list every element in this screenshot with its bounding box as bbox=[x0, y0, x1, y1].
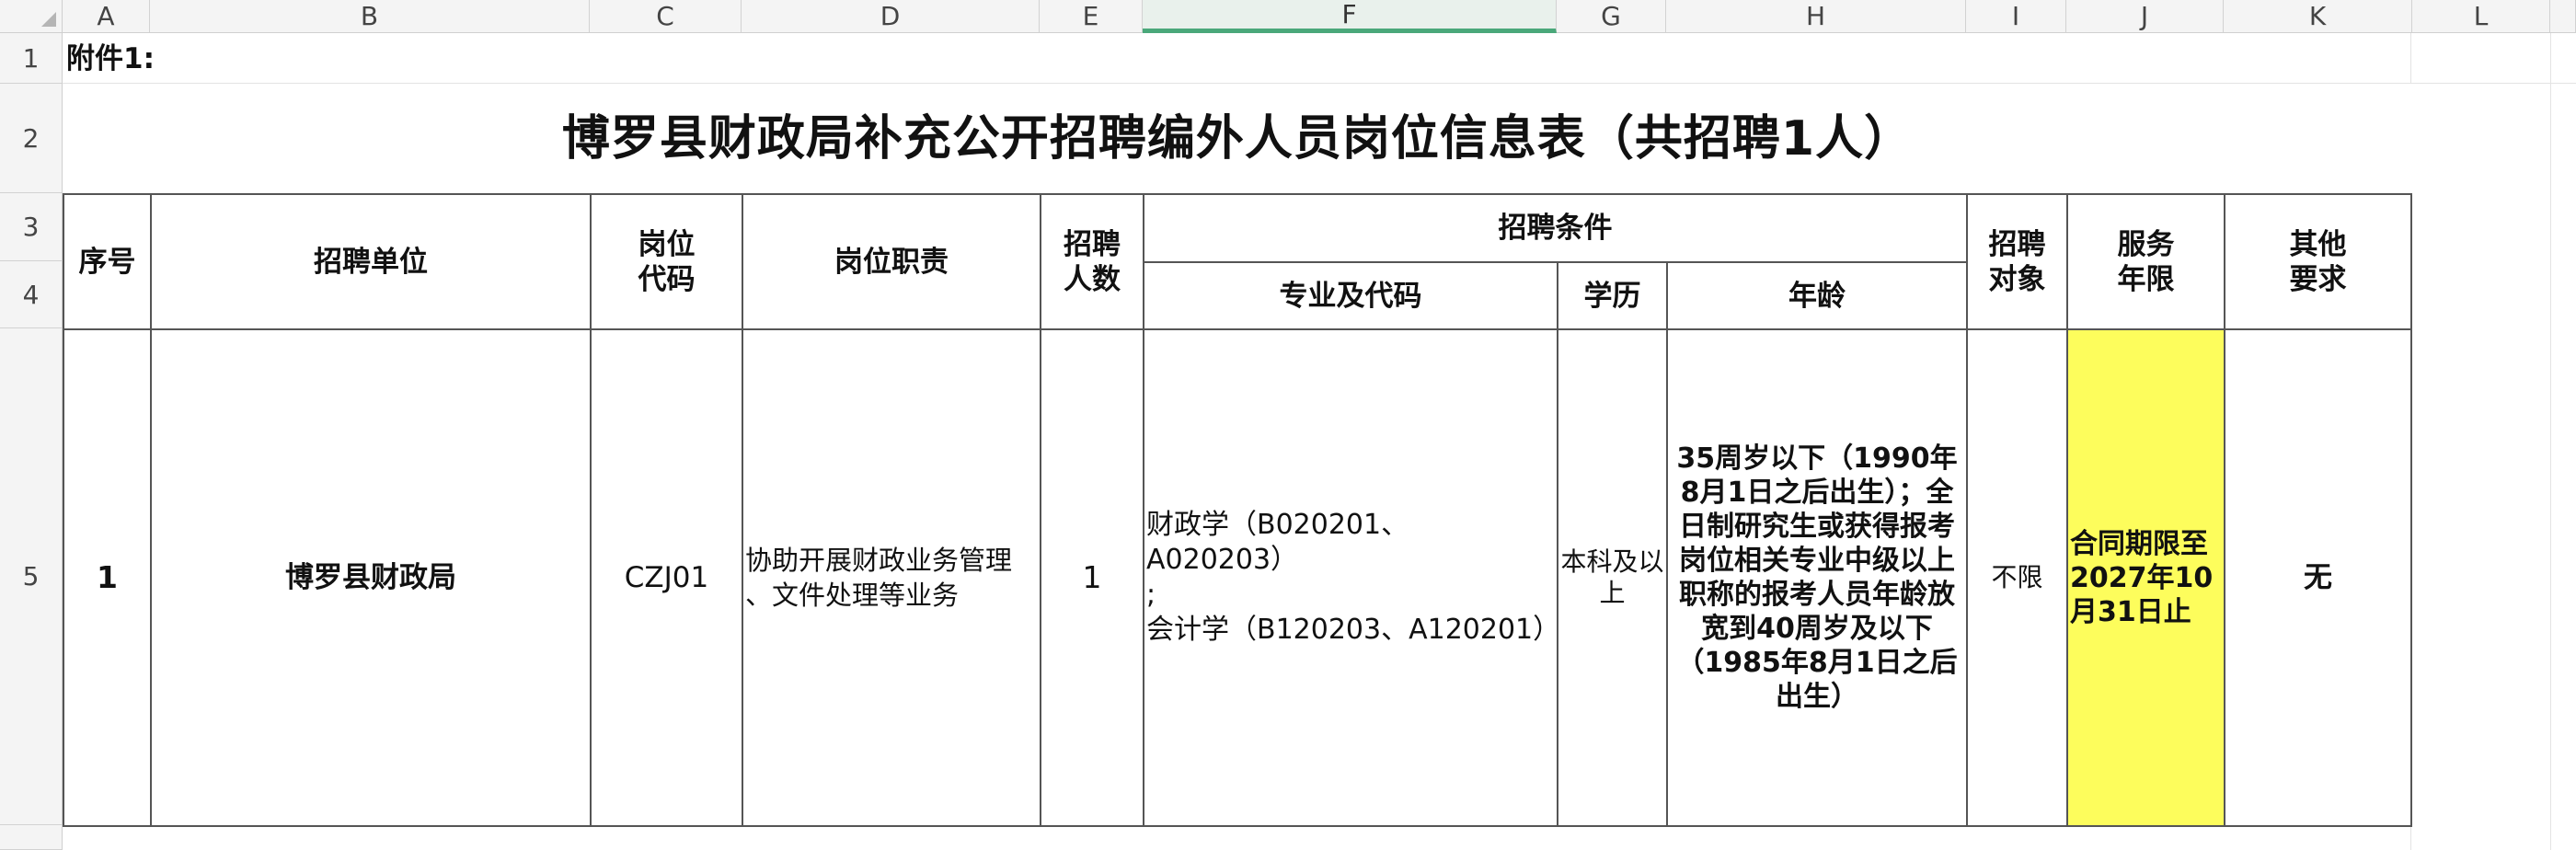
column-header-c[interactable]: C bbox=[590, 0, 742, 33]
column-header-j[interactable]: J bbox=[2066, 0, 2224, 33]
header-seq[interactable]: 序号 bbox=[63, 193, 152, 330]
header-service[interactable]: 服务 年限 bbox=[2066, 193, 2225, 330]
header-other[interactable]: 其他 要求 bbox=[2224, 193, 2412, 330]
row-header-5[interactable]: 5 bbox=[0, 328, 63, 825]
column-header-b[interactable]: B bbox=[150, 0, 590, 33]
row-header-2[interactable]: 2 bbox=[0, 84, 63, 193]
cell-post-code[interactable]: CZJ01 bbox=[590, 328, 743, 827]
gridline bbox=[2550, 33, 2551, 850]
column-header-overflow bbox=[2550, 0, 2576, 33]
header-major[interactable]: 专业及代码 bbox=[1143, 261, 1558, 330]
cell-service[interactable]: 合同期限至2027年10月31日止 bbox=[2066, 328, 2225, 827]
header-education[interactable]: 学历 bbox=[1557, 261, 1668, 330]
column-header-h[interactable]: H bbox=[1666, 0, 1966, 33]
cell-education[interactable]: 本科及以 上 bbox=[1557, 328, 1668, 827]
select-all-corner[interactable] bbox=[0, 0, 63, 33]
column-header-l[interactable]: L bbox=[2412, 0, 2550, 33]
row-header-6 bbox=[0, 825, 63, 850]
column-header-k[interactable]: K bbox=[2224, 0, 2412, 33]
cell-seq[interactable]: 1 bbox=[63, 328, 152, 827]
column-header-f[interactable]: F bbox=[1143, 0, 1557, 33]
header-count[interactable]: 招聘 人数 bbox=[1040, 193, 1144, 330]
column-header-g[interactable]: G bbox=[1557, 0, 1666, 33]
row-header-3[interactable]: 3 bbox=[0, 193, 63, 261]
cell-count[interactable]: 1 bbox=[1040, 328, 1144, 827]
cell-major[interactable]: 财政学（B020201、A020203） ; 会计学（B120203、A1202… bbox=[1143, 328, 1558, 827]
row-header-1[interactable]: 1 bbox=[0, 33, 63, 84]
cell-other[interactable]: 无 bbox=[2224, 328, 2412, 827]
row-header-4[interactable]: 4 bbox=[0, 261, 63, 328]
cell-duty[interactable]: 协助开展财政业务管理 、文件处理等业务 bbox=[742, 328, 1041, 827]
header-conditions[interactable]: 招聘条件 bbox=[1143, 193, 1968, 263]
header-target[interactable]: 招聘 对象 bbox=[1966, 193, 2068, 330]
spreadsheet-grid: A B C D E F G H I J K L 1 2 3 4 5 附件1: 博… bbox=[0, 0, 2576, 850]
header-post-code[interactable]: 岗位 代码 bbox=[590, 193, 743, 330]
attachment-label[interactable]: 附件1: bbox=[63, 33, 339, 84]
cell-unit[interactable]: 博罗县财政局 bbox=[150, 328, 592, 827]
header-age[interactable]: 年龄 bbox=[1666, 261, 1968, 330]
header-unit[interactable]: 招聘单位 bbox=[150, 193, 592, 330]
cell-age[interactable]: 35周岁以下（1990年8月1日之后出生）；全日制研究生或获得报考岗位相关专业中… bbox=[1666, 328, 1968, 827]
column-header-i[interactable]: I bbox=[1966, 0, 2066, 33]
column-header-a[interactable]: A bbox=[63, 0, 150, 33]
header-duty[interactable]: 岗位职责 bbox=[742, 193, 1041, 330]
table-title[interactable]: 博罗县财政局补充公开招聘编外人员岗位信息表（共招聘1人） bbox=[63, 84, 2412, 193]
column-header-e[interactable]: E bbox=[1040, 0, 1143, 33]
column-header-d[interactable]: D bbox=[742, 0, 1040, 33]
cell-target[interactable]: 不限 bbox=[1966, 328, 2068, 827]
